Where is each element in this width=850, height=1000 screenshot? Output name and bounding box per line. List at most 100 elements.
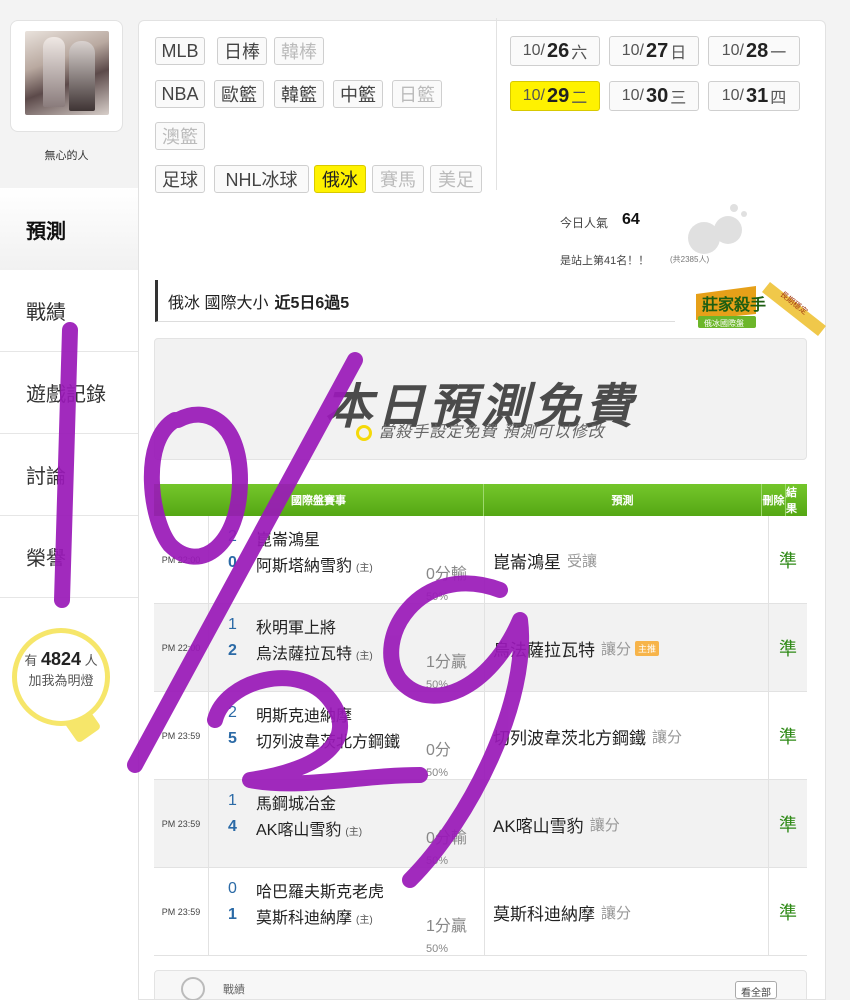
free-prediction-banner: 本日預測免費 當殺手設定免費 預測可以修改 [154,338,807,460]
score-away: 0 [228,880,237,897]
header-result: 結果 [786,487,797,515]
avatar-figure [43,37,65,107]
score-home: 0 [228,554,237,571]
result-mark: 準 [768,780,807,868]
pick-team: 莫斯科迪納摩 [493,904,595,924]
date-weekday: 二 [571,90,588,107]
date-weekday: 四 [770,90,787,107]
badge-sub: 俄冰國際盤 [704,318,744,328]
pick-cell: 烏法薩拉瓦特 讓分 主推 [484,604,762,692]
date-prefix: 10/ [721,87,744,104]
pick-kind: 讓分 [601,640,632,658]
date-day: 27 [645,39,669,62]
handicap: 0分 50% [426,740,451,784]
sport-tag-kr-basketball[interactable]: 韓籃 [274,80,324,108]
score-away: 1 [228,616,237,633]
sport-tag-soccer[interactable]: 足球 [155,165,205,193]
team-away: 明斯克迪納摩 [256,708,353,725]
home-tag: (主) [345,827,363,838]
record-icon [181,977,205,1000]
sport-tag-nhl[interactable]: NHL冰球 [214,165,309,193]
date-day: 30 [645,84,669,107]
date-day: 28 [745,39,769,62]
pick-team: AK喀山雪豹 [493,816,584,836]
rank-sub: (共2385人) [670,255,710,264]
sport-tag-cn-basketball[interactable]: 中籃 [333,80,383,108]
sidebar-item-game-log[interactable]: 遊戲記錄 [0,352,138,434]
handicap: 0分輸 50% [426,564,467,608]
date-tab-1030[interactable]: 10/30 三 [609,81,699,111]
follow-lamp-button[interactable]: 有 4824 人 加我為明燈 [12,628,110,726]
handicap-value: 0分輸 [426,566,467,583]
date-tab-1028[interactable]: 10/28 一 [708,36,800,66]
result-mark: 準 [768,868,807,956]
section-league: 俄冰 國際大小 [168,294,269,312]
sport-tag-mlb[interactable]: MLB [155,37,205,65]
team-away: 馬鋼城冶金 [256,796,337,813]
badge-title: 莊家殺手 [702,295,766,314]
date-weekday: 六 [571,45,588,62]
sport-tag-nba[interactable]: NBA [155,80,205,108]
sport-tag-jp-baseball[interactable]: 日棒 [217,37,267,65]
section-highlight: 近5日6過5 [274,294,350,312]
bulb-icon [356,424,373,441]
header-game: 國際盤賽事 [154,484,484,516]
lamp-unit: 人 [84,653,98,668]
pick-kind: 讓分 [652,728,683,746]
result-mark: 準 [768,692,807,780]
date-tab-1026[interactable]: 10/26 六 [510,36,600,66]
pick-cell: 莫斯科迪納摩 讓分 [484,868,762,956]
date-prefix: 10/ [721,42,744,59]
mascot-icon [688,204,747,254]
team-home: 阿斯塔納雪豹 [256,558,353,575]
date-tab-1031[interactable]: 10/31 四 [708,81,800,111]
table-row: PM 23:59 2 明斯克迪納摩 5 切列波韋茨北方鋼鐵 0分 50% 切列波韋… [154,692,807,780]
pick-kind: 讓分 [589,816,620,834]
pick-team: 切列波韋茨北方鋼鐵 [493,728,646,748]
date-day: 29 [546,84,570,107]
date-weekday: 日 [670,45,687,62]
date-prefix: 10/ [621,87,644,104]
sport-tag-eu-basketball[interactable]: 歐籃 [214,80,264,108]
user-name[interactable]: 無心的人 [10,147,123,163]
sport-tag-khl[interactable]: 俄冰 [314,165,366,193]
sport-tag-horse-racing: 賽馬 [372,165,424,193]
date-weekday: 一 [770,45,787,62]
team-away: 哈巴羅夫斯克老虎 [256,884,385,901]
home-tag: (主) [356,915,373,926]
date-tab-1027[interactable]: 10/27 日 [609,36,699,66]
sport-tag-kr-baseball: 韓棒 [274,37,324,65]
table-row: PM 23:59 1 馬鋼城冶金 4 AK喀山雪豹 (主) 0分輸 50% AK喀山… [154,780,807,868]
handicap-value: 1分贏 [426,654,467,671]
team-home-line: AK喀山雪豹 (主) [256,816,362,840]
pick-kind: 讓分 [601,904,632,922]
avatar-card[interactable] [10,20,123,132]
team-home: 莫斯科迪納摩 [256,910,353,927]
lamp-count-line: 有 4824 人 [17,649,105,670]
lamp-caption: 加我為明燈 [28,673,94,688]
record-footer-bar: 戰績 看全部 [154,970,807,1000]
handicap: 1分贏 50% [426,916,467,960]
rank-text: 是站上第41名！！ [560,255,650,267]
view-all-button[interactable]: 看全部 [735,981,777,999]
sport-tag-nfl: 美足 [430,165,482,193]
handicap-value: 0分輸 [426,830,467,847]
avatar[interactable] [25,31,109,115]
handicap-pct: 50% [426,943,449,955]
lamp-count: 4824 [40,649,82,669]
popularity-value: 64 [622,211,640,228]
sidebar-item-record[interactable]: 戰績 [0,270,138,352]
sidebar-item-honor[interactable]: 榮譽 [0,516,138,598]
date-weekday: 三 [670,90,687,107]
handicap: 1分贏 50% [426,652,467,696]
section-title: 俄冰 國際大小 近5日6過5 [155,280,675,322]
sidebar-item-predict[interactable]: 預測 [0,188,138,270]
score-home: 2 [228,642,237,659]
sidebar-item-discuss[interactable]: 討論 [0,434,138,516]
sport-tag-au-basketball: 澳籃 [155,122,205,150]
lamp-prefix: 有 [24,653,38,668]
date-tab-1029[interactable]: 10/29 二 [510,81,600,111]
score-away: 2 [228,528,237,545]
date-prefix: 10/ [522,42,545,59]
game-time: PM 23:59 [154,692,209,780]
